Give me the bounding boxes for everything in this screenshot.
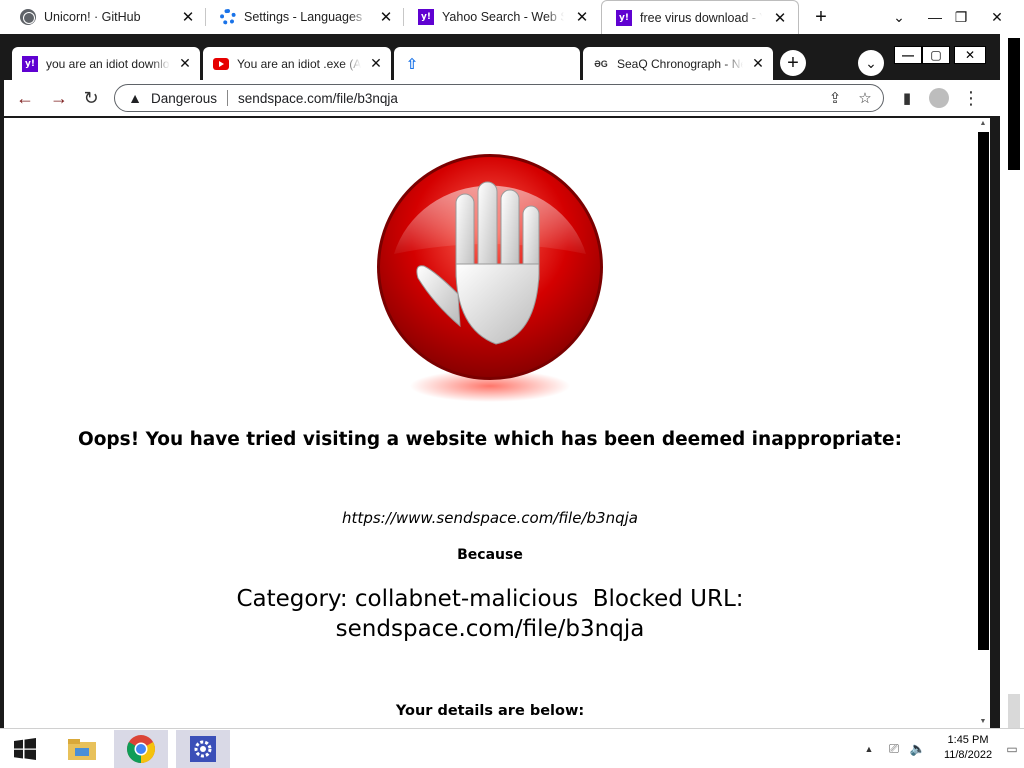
clock-date: 11/8/2022: [943, 749, 993, 761]
blocked-url-line: sendspace.com/file/b3nqja: [335, 616, 645, 642]
file-explorer-icon[interactable]: [58, 730, 106, 768]
new-tab-button[interactable]: +: [804, 0, 838, 34]
because-label: Because: [457, 547, 523, 563]
close-icon[interactable]: ✕: [770, 8, 790, 28]
profile-avatar-icon[interactable]: [926, 85, 952, 111]
outer-tab-free-virus-download[interactable]: y! free virus download - Yahoo Search ✕: [601, 0, 799, 34]
share-icon[interactable]: ⇪: [823, 86, 847, 110]
close-icon[interactable]: ✕: [749, 55, 767, 73]
restore-button[interactable]: ▢: [922, 46, 950, 64]
seaq-icon: ƏG: [594, 58, 608, 69]
tab-title: you are an idiot download - Yahoo: [46, 56, 170, 71]
category-line: Category: collabnet-malicious Blocked UR…: [236, 586, 744, 612]
page-scrollbar[interactable]: ▲ ▼: [976, 118, 990, 728]
tray-expand-icon[interactable]: ▲: [862, 730, 876, 768]
network-icon[interactable]: ⎚: [884, 730, 904, 768]
browser-toolbar: ← → ↻ ▲ Dangerous sendspace.com/file/b3n…: [4, 80, 1000, 116]
close-icon[interactable]: ✕: [178, 7, 198, 27]
tab-search-chevron-icon[interactable]: ⌄: [882, 0, 916, 34]
close-window-button[interactable]: ✕: [954, 46, 986, 64]
security-label[interactable]: Dangerous: [151, 91, 217, 106]
outer-tab-strip: Unicorn! · GitHub ✕ Settings - Languages…: [0, 0, 1024, 34]
clock-time: 1:45 PM: [947, 734, 989, 746]
chrome-icon[interactable]: [114, 730, 168, 768]
close-icon[interactable]: ✕: [376, 7, 396, 27]
clock[interactable]: 1:45 PM 11/8/2022: [936, 733, 1000, 763]
tab-title: Unicorn! · GitHub: [44, 10, 141, 24]
outer-tab-github[interactable]: Unicorn! · GitHub ✕: [6, 0, 206, 34]
oops-message: Oops! You have tried visiting a website …: [78, 429, 902, 450]
warning-triangle-icon[interactable]: ▲: [125, 89, 145, 107]
inner-tab-active-blocked[interactable]: ⇧: [394, 47, 580, 80]
settings-icon[interactable]: [176, 730, 230, 768]
minimize-button[interactable]: —: [894, 46, 922, 64]
tab-title: SeaQ Chronograph - New: [617, 56, 743, 71]
settings-gear-icon: [220, 9, 236, 25]
tab-title: Yahoo Search - Web Search: [442, 10, 564, 24]
scrollbar-track-end: [1008, 694, 1020, 728]
forward-arrow-icon[interactable]: →: [46, 85, 72, 111]
notification-icon[interactable]: ▭: [1002, 730, 1022, 768]
upload-arrow-icon: ⇧: [405, 55, 419, 73]
yahoo-icon: y!: [616, 9, 632, 26]
globe-icon: [20, 9, 36, 25]
blocked-page-content: Oops! You have tried visiting a website …: [4, 118, 976, 728]
back-arrow-icon[interactable]: ←: [12, 85, 38, 111]
menu-kebab-icon[interactable]: ⋮: [958, 85, 984, 111]
stop-hand-icon: [377, 154, 603, 402]
reload-icon[interactable]: ↻: [78, 85, 104, 111]
yahoo-icon: y!: [418, 9, 434, 25]
yahoo-icon: y!: [22, 55, 38, 72]
side-panel-icon[interactable]: ▮: [894, 85, 920, 111]
youtube-icon: [213, 56, 229, 72]
scrollbar-thumb[interactable]: [1008, 38, 1020, 170]
tab-search-chevron-icon[interactable]: ⌄: [858, 50, 884, 76]
scrollbar-thumb[interactable]: [978, 132, 989, 650]
scroll-up-arrow-icon[interactable]: ▲: [978, 120, 988, 127]
tab-title: Settings - Languages: [244, 10, 363, 24]
scroll-down-arrow-icon[interactable]: ▼: [978, 718, 988, 725]
address-bar[interactable]: ▲ Dangerous sendspace.com/file/b3nqja ⇪ …: [114, 84, 884, 112]
outer-tab-yahoo-search[interactable]: y! Yahoo Search - Web Search ✕: [404, 0, 600, 34]
inner-tab-strip: y! you are an idiot download - Yahoo ✕ Y…: [8, 44, 1000, 80]
blocked-url: https://www.sendspace.com/file/b3nqja: [342, 509, 638, 527]
close-icon[interactable]: ✕: [176, 55, 194, 73]
inner-tab-youtube[interactable]: You are an idiot .exe (Animated) ✕: [203, 47, 391, 80]
close-window-button[interactable]: ✕: [980, 0, 1014, 34]
restore-button[interactable]: ❐: [944, 0, 978, 34]
outer-window-scrollbar[interactable]: [1000, 34, 1024, 728]
divider: [227, 90, 229, 106]
windows-taskbar: ▲ ⎚ 🔈 1:45 PM 11/8/2022 ▭: [0, 728, 1024, 768]
start-icon[interactable]: [0, 730, 50, 768]
outer-tab-settings[interactable]: Settings - Languages ✕: [206, 0, 404, 34]
bookmark-star-icon[interactable]: ☆: [853, 86, 877, 110]
details-heading: Your details are below:: [395, 703, 585, 719]
url-text[interactable]: sendspace.com/file/b3nqja: [238, 91, 823, 106]
close-icon[interactable]: ✕: [367, 55, 385, 73]
inner-tab-idiot-download[interactable]: y! you are an idiot download - Yahoo ✕: [12, 47, 200, 80]
volume-icon[interactable]: 🔈: [908, 730, 928, 768]
tab-title: free virus download - Yahoo Search: [640, 10, 762, 25]
inner-tab-seaq[interactable]: ƏG SeaQ Chronograph - New ✕: [583, 47, 773, 80]
close-icon[interactable]: ✕: [572, 7, 592, 27]
inner-browser-window: y! you are an idiot download - Yahoo ✕ Y…: [0, 34, 1000, 728]
new-tab-button[interactable]: +: [780, 50, 806, 76]
category-block: Category: collabnet-malicious Blocked UR…: [4, 584, 976, 644]
tab-title: You are an idiot .exe (Animated): [237, 56, 361, 71]
